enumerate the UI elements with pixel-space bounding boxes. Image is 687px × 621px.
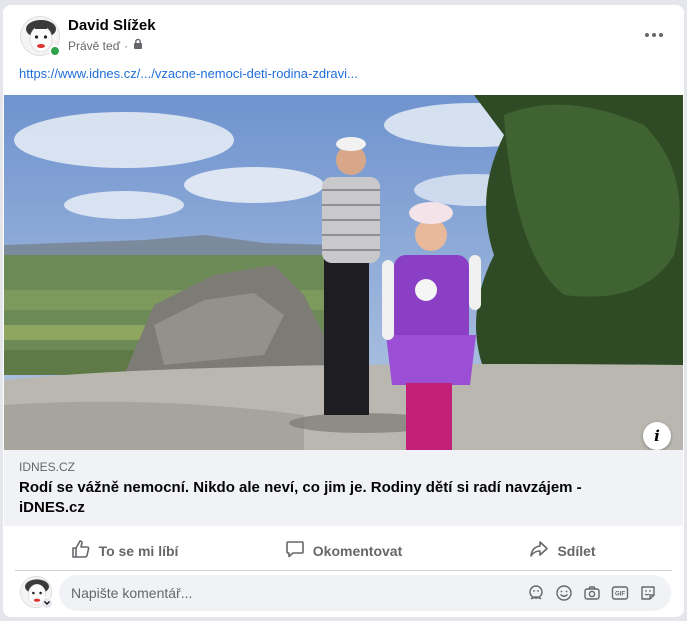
thumbs-up-icon (71, 539, 91, 562)
comment-composer: Napište komentář... GIF (3, 575, 684, 615)
like-label: To se mi líbí (98, 542, 179, 559)
share-label: Sdílet (557, 542, 596, 559)
comment-icon (285, 539, 305, 562)
meta-separator: · (124, 38, 129, 53)
post-header: David Slížek Právě teď · (3, 5, 684, 65)
emoji-icon[interactable] (555, 584, 573, 602)
lock-icon[interactable] (132, 38, 144, 53)
comment-button[interactable]: Okomentovat (234, 531, 453, 570)
online-status-dot (49, 45, 61, 57)
feed-post: David Slížek Právě teď · https://www.idn… (3, 5, 684, 617)
comment-placeholder: Napište komentář... (71, 585, 193, 601)
link-preview-image[interactable]: i (4, 95, 683, 450)
link-preview-card[interactable]: IDNES.CZ Rodí se vážně nemocní. Nikdo al… (4, 450, 683, 526)
like-button[interactable]: To se mi líbí (15, 531, 234, 570)
comment-tools: GIF (527, 584, 657, 602)
camera-icon[interactable] (583, 584, 601, 602)
author-name[interactable]: David Slížek (68, 17, 156, 34)
comment-input[interactable]: Napište komentář... GIF (59, 575, 671, 611)
comment-label: Okomentovat (312, 542, 403, 559)
share-button[interactable]: Sdílet (453, 531, 672, 570)
info-icon[interactable]: i (643, 422, 671, 450)
more-options-icon[interactable] (640, 23, 668, 47)
link-domain: IDNES.CZ (19, 460, 76, 474)
link-headline[interactable]: Rodí se vážně nemocní. Nikdo ale neví, c… (19, 478, 619, 518)
sticker-icon[interactable] (639, 584, 657, 602)
avatar-sticker-icon[interactable] (527, 584, 545, 602)
svg-text:GIF: GIF (615, 592, 625, 598)
post-meta: Právě teď · (68, 38, 144, 53)
gif-icon[interactable]: GIF (611, 584, 629, 602)
chevron-down-icon[interactable] (41, 597, 53, 609)
post-link[interactable]: https://www.idnes.cz/.../vzacne-nemoci-d… (19, 66, 358, 81)
author-avatar-wrapper[interactable] (20, 16, 61, 57)
post-time[interactable]: Právě teď (68, 39, 120, 53)
post-actions: To se mi líbí Okomentovat Sdílet (15, 531, 672, 571)
share-icon (529, 539, 549, 562)
